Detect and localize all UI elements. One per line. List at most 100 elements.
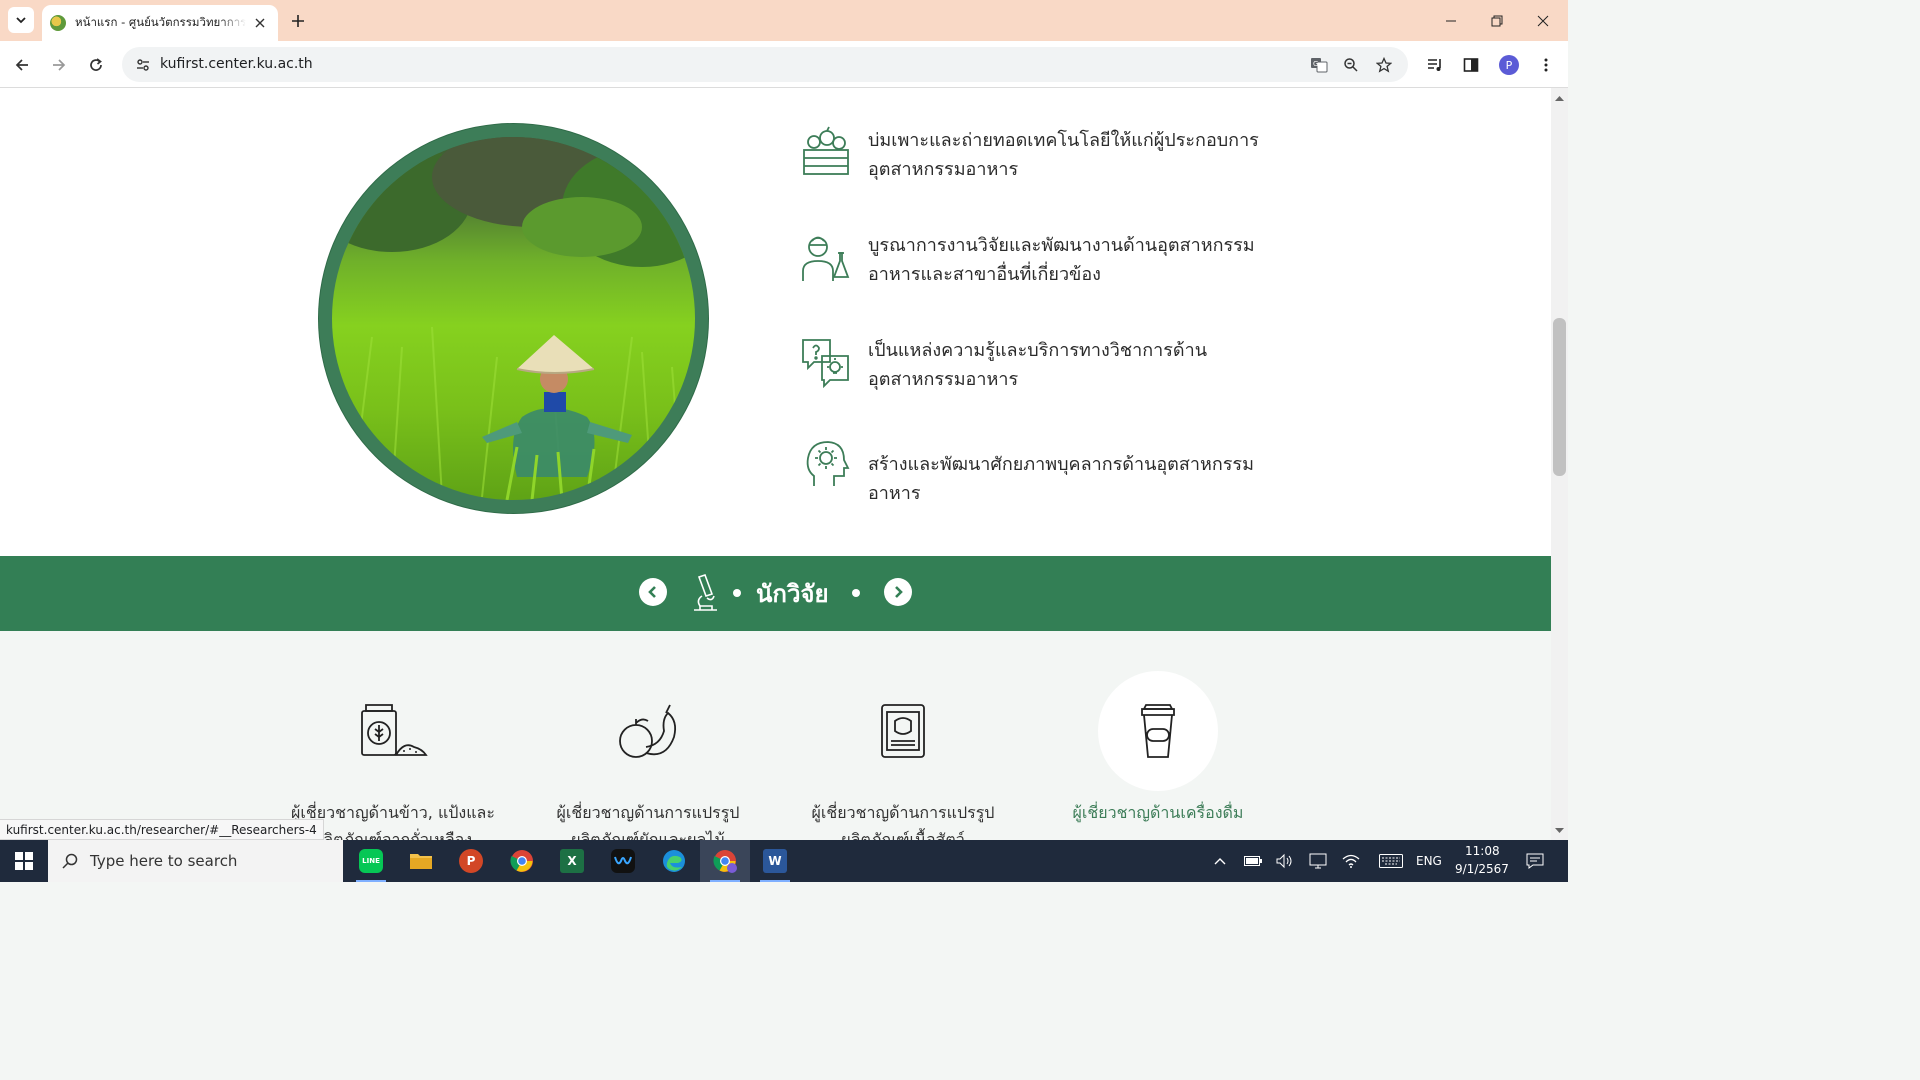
scroll-thumb[interactable] [1553,318,1566,476]
volume-button[interactable] [1275,851,1295,871]
plus-icon [292,15,304,27]
show-hidden-icons-button[interactable] [1210,851,1230,871]
chrome-icon [510,850,533,872]
chevron-left-icon [648,586,656,598]
taskbar-app-chrome[interactable] [497,840,547,882]
clock-date[interactable]: 9/1/2567 [1455,862,1509,876]
svg-text:G: G [1313,60,1318,68]
prev-slide-button[interactable] [639,578,667,606]
separator-dot [733,589,741,597]
windows-logo-icon [15,852,33,870]
next-slide-button[interactable] [884,578,912,606]
taskbar-app-word[interactable]: W [750,840,800,882]
site-favicon-icon [50,15,66,31]
minimize-button[interactable] [1428,0,1474,41]
scientist-icon [802,236,850,281]
chevron-right-icon [895,586,903,598]
star-icon [1376,57,1392,73]
chevron-down-icon [16,17,26,24]
side-panel-icon [1463,58,1479,72]
zoom-button[interactable] [1339,53,1363,77]
scroll-up-icon[interactable] [1555,94,1564,103]
speaker-icon [1276,853,1292,869]
reload-button[interactable] [82,51,110,79]
taskbar-app-line[interactable]: LINE [346,840,396,882]
expert-card[interactable]: ผู้เชี่ยวชาญด้านข้าว, แป้งและผลิตภัณฑ์จา… [278,671,508,840]
restore-icon [1491,15,1503,26]
expert-card[interactable]: ผู้เชี่ยวชาญด้านการแปรรูปผลิตภัณฑ์ผักและ… [533,671,763,840]
close-icon [1537,15,1549,26]
media-control-button[interactable] [1423,53,1447,77]
taskbar-app-meeting[interactable] [598,840,648,882]
word-icon: W [763,849,787,873]
taskbar-app-excel[interactable]: X [547,840,597,882]
url-text[interactable]: kufirst.center.ku.ac.th [160,56,313,72]
browser-toolbar: kufirst.center.ku.ac.th G P [0,41,1568,88]
address-bar[interactable]: kufirst.center.ku.ac.th G [122,47,1408,82]
avatar: P [1499,55,1519,75]
taskbar-app-powerpoint[interactable]: P [446,840,496,882]
close-window-button[interactable] [1520,0,1566,41]
zoom-out-icon [1344,58,1358,72]
display-settings-button[interactable] [1308,851,1328,871]
tab-close-icon[interactable] [252,15,268,31]
folder-icon [410,854,432,869]
chevron-up-icon [1214,858,1226,865]
feature-text: บ่มเพาะและถ่ายทอดเทคโนโลยีให้แก่ผู้ประกอ… [868,130,1259,180]
expert-categories: ผู้เชี่ยวชาญด้านข้าว, แป้งและผลิตภัณฑ์จา… [0,631,1551,840]
taskbar-app-file-explorer[interactable] [396,840,446,882]
line-icon: LINE [359,849,383,873]
expert-card[interactable]: ผู้เชี่ยวชาญด้านการแปรรูปผลิตภัณฑ์เนื้อส… [788,671,1018,840]
battery-icon [1244,856,1262,866]
browser-tab-bar: หน้าแรก - ศูนย์นวัตกรรมวิทยาการอาหาร [0,0,1568,41]
restore-button[interactable] [1474,0,1520,41]
clock-time[interactable]: 11:08 [1465,844,1500,858]
back-button[interactable] [8,51,36,79]
menu-button[interactable] [1534,53,1558,77]
search-icon [62,853,78,869]
side-panel-button[interactable] [1459,53,1483,77]
playlist-icon [1428,59,1441,71]
bookmark-button[interactable] [1372,53,1396,77]
coffee-cup-icon [1141,704,1175,758]
reload-icon [90,58,102,71]
translate-icon: G [1311,58,1328,73]
head-gear-icon [806,441,850,486]
notifications-button[interactable] [1525,851,1545,871]
taskbar-search-box[interactable]: Type here to search [48,840,343,882]
start-button[interactable] [0,840,48,882]
arrow-right-icon [53,59,66,71]
wifi-button[interactable] [1341,851,1361,871]
site-info-button[interactable] [130,52,156,78]
forward-button[interactable] [45,51,73,79]
edge-icon [663,850,685,872]
battery-button[interactable] [1243,851,1263,871]
keyboard-button[interactable] [1378,851,1404,871]
taskbar-app-chrome-profile[interactable] [700,840,750,882]
search-placeholder: Type here to search [90,852,238,870]
feature-text: สร้างและพัฒนาศักยภาพบุคลากรด้านอุตสาหกรร… [868,454,1254,504]
vegetable-crate-icon [803,126,849,175]
new-tab-button[interactable] [286,9,310,33]
feature-text: เป็นแหล่งความรู้และบริการทางวิชาการด้านอ… [868,340,1207,390]
scroll-down-icon[interactable] [1555,826,1564,835]
language-indicator[interactable]: ENG [1416,854,1442,868]
taskbar-app-edge[interactable] [649,840,699,882]
powerpoint-icon: P [459,849,483,873]
fruit-vegetable-icon [619,704,677,758]
active-tab[interactable]: หน้าแรก - ศูนย์นวัตกรรมวิทยาการอาหาร [42,5,278,41]
link-status-bubble: kufirst.center.ku.ac.th/researcher/#__Re… [0,819,324,840]
expert-card-active[interactable]: ผู้เชี่ยวชาญด้านเครื่องดื่ม [1043,671,1273,826]
page-scrollbar[interactable] [1551,88,1568,840]
translate-button[interactable]: G [1307,53,1331,77]
hero-image-frame [319,124,708,513]
more-vert-icon [1544,58,1548,72]
expert-label: ผู้เชี่ยวชาญด้านการแปรรูปผลิตภัณฑ์เนื้อส… [811,803,995,840]
monitor-icon [1309,853,1327,869]
knowledge-chat-icon [802,339,849,388]
webex-icon [611,849,635,873]
tab-search-button[interactable] [8,7,34,33]
profile-button[interactable]: P [1497,53,1521,77]
minimize-icon [1446,20,1456,21]
rice-field-farmer-photo [332,137,695,500]
